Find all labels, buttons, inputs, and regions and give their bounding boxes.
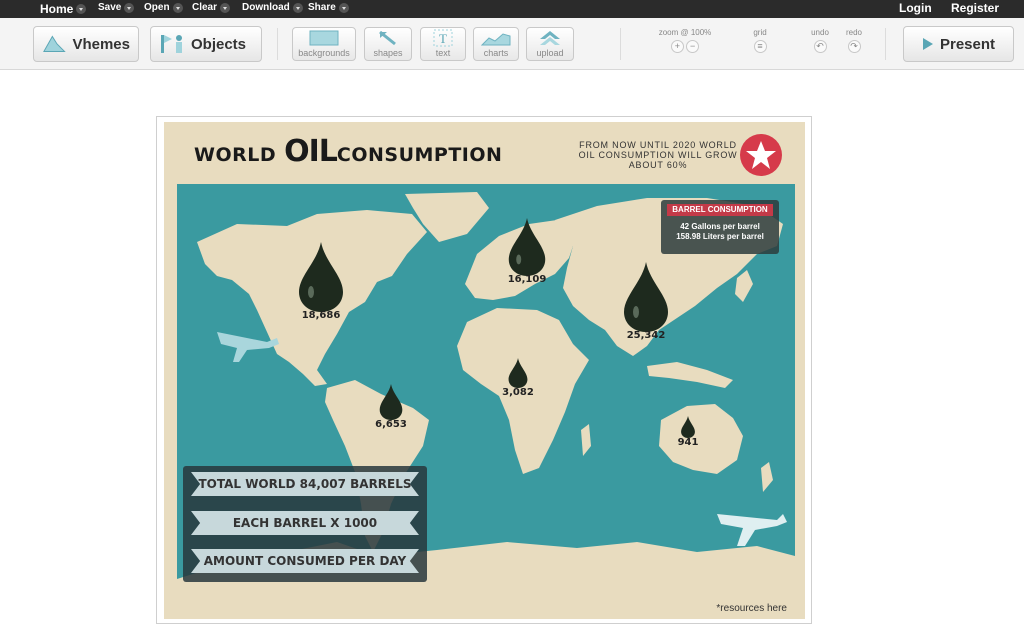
text-icon: T — [433, 29, 453, 47]
chevron-down-icon — [338, 2, 349, 13]
zoom-out-icon[interactable]: − — [686, 40, 700, 53]
oil-drop-icon — [508, 358, 528, 388]
objects-button[interactable]: Objects — [150, 26, 262, 62]
drop-label-africa: 3,082 — [502, 387, 534, 398]
text-label: text — [435, 48, 451, 58]
zoom-label: zoom @ 100% — [658, 28, 712, 37]
ribbon-each: EACH BARREL X 1000 — [191, 511, 419, 535]
oil-drop-icon — [681, 416, 695, 438]
chevron-down-icon — [124, 2, 135, 13]
shapes-label: shapes — [373, 48, 403, 58]
undo-icon[interactable]: ↶ — [813, 40, 827, 53]
present-button[interactable]: Present — [903, 26, 1014, 62]
indonesia — [647, 362, 733, 388]
chevron-down-icon — [220, 2, 231, 13]
zoom-in-icon[interactable]: + — [670, 40, 684, 53]
grid-control: grid ≡ — [748, 28, 772, 53]
top-menu-bar: Home Save Open Clear Download Share Logi… — [0, 0, 1024, 18]
download-label: Download — [242, 2, 290, 13]
toolbar: Vhemes Objects backgrounds shapes T text… — [0, 18, 1024, 70]
backgrounds-icon — [309, 30, 339, 46]
shapes-button[interactable]: shapes — [364, 27, 412, 61]
growth-note: FROM NOW UNTIL 2020 WORLD OIL CONSUMPTIO… — [578, 140, 738, 170]
drop-label-south-america: 6,653 — [375, 419, 407, 430]
clear-label: Clear — [192, 2, 218, 13]
chevron-down-icon — [76, 4, 87, 14]
infobox-line1: 42 Gallons per barrel — [680, 222, 760, 231]
svg-text:T: T — [439, 31, 447, 46]
star-icon — [746, 141, 776, 169]
barrel-info-box: BARREL CONSUMPTION 42 Gallons per barrel… — [661, 200, 779, 254]
upload-icon — [540, 31, 560, 45]
drop-label-north-america: 18,686 — [301, 310, 341, 321]
page-title: WORLD OIL CONSUMPTION — [194, 134, 502, 169]
drop-label-australia: 941 — [677, 437, 699, 448]
world-map: 18,686 16,109 25,342 6,653 3,082 941 BAR… — [177, 184, 795, 604]
japan — [735, 270, 753, 302]
home-label: Home — [40, 2, 74, 16]
share-label: Share — [308, 2, 336, 13]
backgrounds-button[interactable]: backgrounds — [292, 27, 356, 61]
oil-drop-icon — [299, 242, 343, 312]
undo-control: undo ↶ — [808, 28, 832, 53]
upload-label: upload — [536, 48, 564, 58]
clear-menu[interactable]: Clear — [192, 2, 231, 13]
divider — [620, 28, 621, 60]
chevron-down-icon — [292, 2, 303, 13]
charts-label: charts — [483, 48, 509, 58]
oil-drop-icon — [379, 384, 403, 420]
play-icon — [922, 38, 933, 50]
undo-label: undo — [811, 28, 829, 37]
canvas-frame: WORLD OIL CONSUMPTION FROM NOW UNTIL 202… — [156, 116, 812, 624]
drop-label-europe: 16,109 — [507, 274, 547, 285]
charts-button[interactable]: charts — [473, 27, 519, 61]
backgrounds-label: backgrounds — [298, 48, 350, 58]
login-link[interactable]: Login — [899, 1, 932, 15]
totals-panel: TOTAL WORLD 84,007 BARRELS EACH BARREL X… — [183, 466, 427, 582]
open-label: Open — [144, 2, 170, 13]
grid-icon[interactable]: ≡ — [753, 40, 767, 53]
vhemes-icon — [43, 35, 66, 52]
chart-icon — [481, 33, 511, 46]
redo-label: redo — [845, 28, 862, 37]
divider — [885, 28, 886, 60]
download-menu[interactable]: Download — [242, 2, 303, 13]
ribbon-total: TOTAL WORLD 84,007 BARRELS — [191, 472, 419, 496]
objects-label: Objects — [191, 35, 247, 53]
zoom-control: zoom @ 100% + − — [655, 28, 715, 53]
title-oil: OIL — [284, 134, 338, 169]
madagascar — [581, 424, 591, 456]
upload-button[interactable]: upload — [526, 27, 574, 61]
redo-control: redo ↷ — [842, 28, 866, 53]
infobox-line2: 158.98 Liters per barrel — [676, 232, 764, 241]
ribbon-per-day: AMOUNT CONSUMED PER DAY — [191, 549, 419, 573]
redo-icon[interactable]: ↷ — [847, 40, 861, 53]
title-world: WORLD — [194, 144, 277, 166]
objects-icon — [161, 35, 182, 53]
vhemes-button[interactable]: Vhemes — [33, 26, 139, 62]
drop-label-asia: 25,342 — [626, 330, 666, 341]
divider — [277, 28, 278, 60]
oil-drop-icon — [508, 218, 546, 276]
home-menu[interactable]: Home — [40, 2, 87, 16]
arrow-icon — [379, 30, 396, 46]
save-menu[interactable]: Save — [98, 2, 135, 13]
plane-icon — [717, 514, 787, 546]
save-label: Save — [98, 2, 122, 13]
vhemes-label: Vhemes — [72, 35, 130, 53]
title-consumption: CONSUMPTION — [336, 144, 503, 166]
oil-drop-icon — [624, 262, 668, 332]
open-menu[interactable]: Open — [144, 2, 183, 13]
chevron-down-icon — [172, 2, 183, 13]
share-menu[interactable]: Share — [308, 2, 349, 13]
infobox-header: BARREL CONSUMPTION — [667, 204, 773, 216]
resources-link[interactable]: *resources here — [716, 603, 787, 614]
text-button[interactable]: T text — [420, 27, 466, 61]
register-link[interactable]: Register — [951, 1, 999, 15]
new-zealand — [761, 462, 773, 492]
grid-label: grid — [753, 28, 767, 37]
star-badge — [740, 134, 782, 176]
present-label: Present — [939, 35, 996, 53]
infographic-poster[interactable]: WORLD OIL CONSUMPTION FROM NOW UNTIL 202… — [164, 122, 805, 619]
